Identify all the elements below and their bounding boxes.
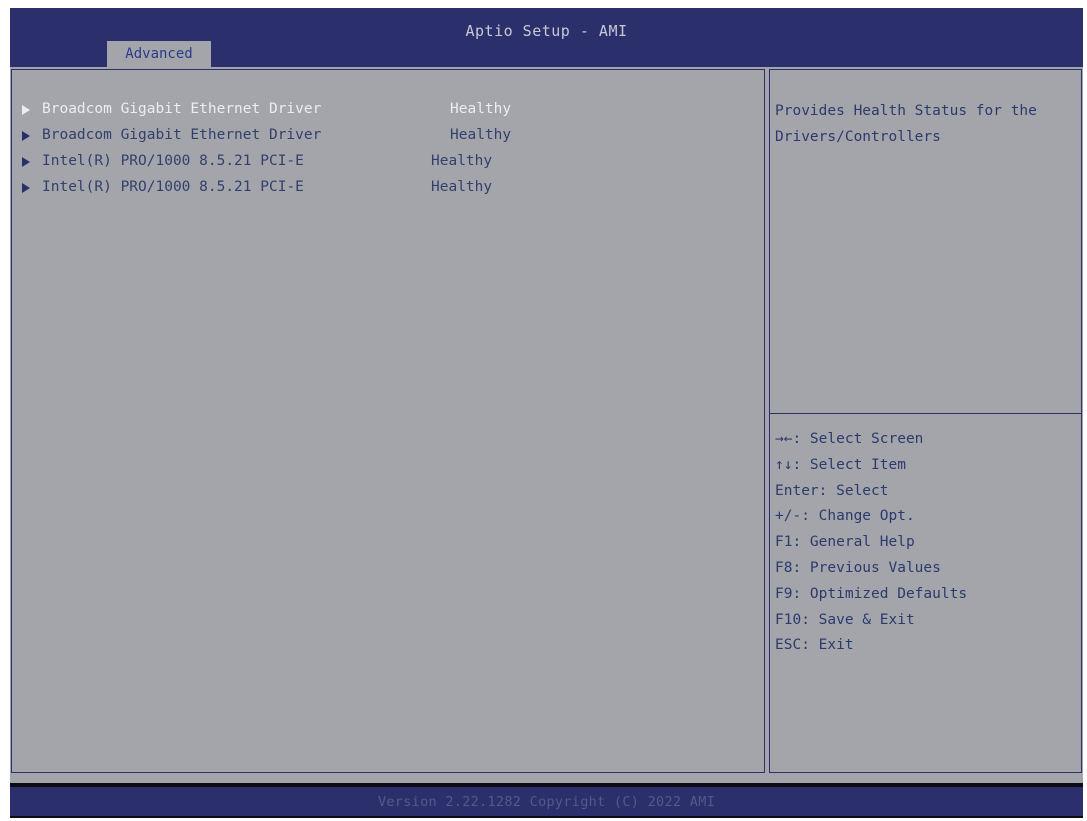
driver-status: Healthy bbox=[431, 179, 493, 195]
driver-name: Intel(R) PRO/1000 8.5.21 PCI-E bbox=[42, 153, 304, 169]
driver-list: Broadcom Gigabit Ethernet Driver Healthy… bbox=[22, 101, 622, 205]
submenu-arrow-icon bbox=[22, 105, 30, 115]
help-pane: Provides Health Status for the Drivers/C… bbox=[769, 69, 1082, 773]
key-hint-previous-values: F8: Previous Values bbox=[775, 559, 941, 576]
key-hint-exit: ESC: Exit bbox=[775, 637, 854, 654]
key-hint-select-item: ↑↓: Select Item bbox=[775, 456, 906, 473]
version-footer: Version 2.22.1282 Copyright (C) 2022 AMI bbox=[10, 787, 1083, 816]
bios-screen: Aptio Setup - AMI Advanced Broadcom Giga… bbox=[10, 8, 1083, 818]
driver-name: Broadcom Gigabit Ethernet Driver bbox=[42, 127, 322, 143]
driver-item[interactable]: Broadcom Gigabit Ethernet Driver Healthy bbox=[22, 101, 622, 127]
driver-item[interactable]: Intel(R) PRO/1000 8.5.21 PCI-E Healthy bbox=[22, 153, 622, 179]
key-hint-optimized-defaults: F9: Optimized Defaults bbox=[775, 585, 968, 602]
tab-advanced[interactable]: Advanced bbox=[107, 41, 211, 67]
key-hint-change-opt: +/-: Change Opt. bbox=[775, 508, 915, 525]
submenu-arrow-icon bbox=[22, 131, 30, 141]
settings-pane: Broadcom Gigabit Ethernet Driver Healthy… bbox=[11, 69, 765, 773]
submenu-arrow-icon bbox=[22, 183, 30, 193]
driver-item[interactable]: Intel(R) PRO/1000 8.5.21 PCI-E Healthy bbox=[22, 179, 622, 205]
key-legend: →←: Select Screen ↑↓: Select Item Enter:… bbox=[775, 431, 967, 663]
submenu-arrow-icon bbox=[22, 157, 30, 167]
driver-status: Healthy bbox=[450, 101, 512, 117]
key-hint-general-help: F1: General Help bbox=[775, 534, 915, 551]
header-bar: Aptio Setup - AMI Advanced bbox=[10, 8, 1083, 67]
key-hint-enter: Enter: Select bbox=[775, 482, 889, 499]
driver-status: Healthy bbox=[450, 127, 512, 143]
key-hint-save-exit: F10: Save & Exit bbox=[775, 611, 915, 628]
help-description: Provides Health Status for the Drivers/C… bbox=[775, 103, 1037, 145]
help-divider bbox=[770, 413, 1081, 414]
driver-status: Healthy bbox=[431, 153, 493, 169]
key-hint-select-screen: →←: Select Screen bbox=[775, 431, 924, 447]
app-title: Aptio Setup - AMI bbox=[465, 22, 628, 40]
main-area: Broadcom Gigabit Ethernet Driver Healthy… bbox=[10, 67, 1083, 783]
driver-name: Broadcom Gigabit Ethernet Driver bbox=[42, 101, 322, 117]
driver-item[interactable]: Broadcom Gigabit Ethernet Driver Healthy bbox=[22, 127, 622, 153]
driver-name: Intel(R) PRO/1000 8.5.21 PCI-E bbox=[42, 179, 304, 195]
